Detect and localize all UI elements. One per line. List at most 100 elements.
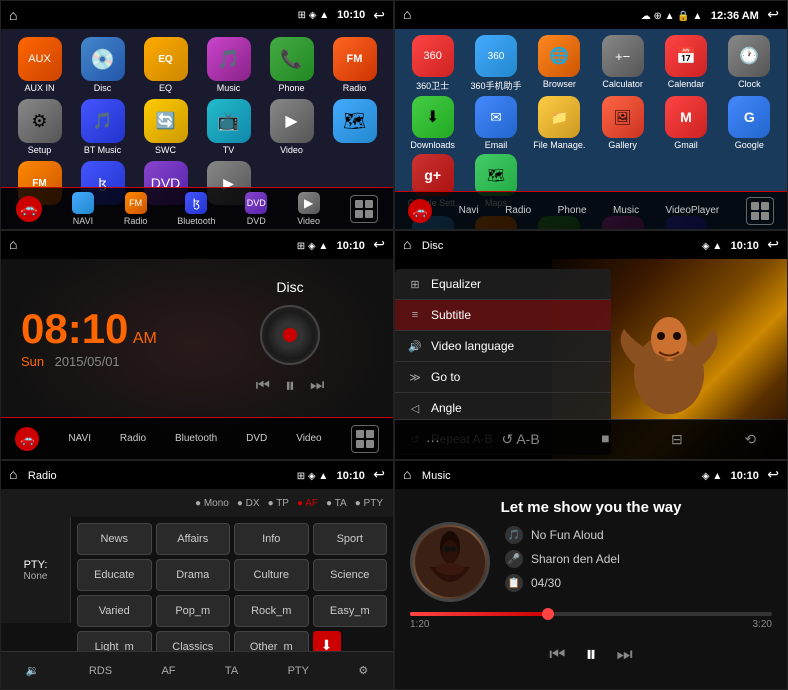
clock-time: 08:10 [21, 305, 128, 352]
radio-settings-icon[interactable]: ⚙ [358, 664, 368, 677]
radio-btn-affairs[interactable]: Affairs [156, 523, 231, 555]
back-icon-p4[interactable]: ↩ [767, 236, 779, 252]
music-play-btn[interactable]: ⏸ [585, 641, 596, 667]
nav-grid-button-p1[interactable] [350, 195, 378, 223]
disc-stop-btn[interactable]: ⏹ [601, 431, 609, 449]
radio-vol-icon[interactable]: 🔉 [26, 664, 40, 677]
back-icon-p3[interactable]: ↩ [373, 236, 385, 252]
radio-btn-rockm[interactable]: Rock_m [234, 595, 309, 627]
radio-btn-news[interactable]: News [77, 523, 152, 555]
disc-list-btn[interactable]: ⊟ [671, 431, 683, 448]
radio-btn-drama[interactable]: Drama [156, 559, 231, 591]
radio-btn-culture[interactable]: Culture [234, 559, 309, 591]
home-icon-p5[interactable]: ⌂ [9, 466, 17, 482]
track-number: 04/30 [531, 576, 561, 590]
app-aux-in[interactable]: AUX AUX IN [11, 37, 68, 93]
home-icon-p2[interactable]: ⌂ [403, 6, 411, 22]
nav-videoplayer-p2[interactable]: VideoPlayer [666, 205, 720, 216]
menu-subtitle[interactable]: ≡ Subtitle [395, 300, 611, 331]
radio-btn-info[interactable]: Info [234, 523, 309, 555]
menu-video-language[interactable]: 🔊 Video language [395, 331, 611, 362]
disc-pause-btn[interactable]: ⏸ [285, 375, 295, 398]
back-icon-p5[interactable]: ↩ [373, 466, 385, 482]
nav-phone-p2[interactable]: Phone [558, 205, 587, 216]
app-360-helper[interactable]: 360 360手机助手 [466, 35, 525, 92]
app-setup[interactable]: ⚙ Setup [11, 99, 68, 155]
disc-menu-btn[interactable]: ··· [426, 432, 440, 448]
app-phone[interactable]: 📞 Phone [263, 37, 320, 93]
radio-rds-btn[interactable]: RDS [89, 665, 112, 677]
nav-navi-p1[interactable]: NAVI [72, 192, 94, 226]
home-icon-p6[interactable]: ⌂ [403, 466, 411, 482]
app-tv[interactable]: 📺 TV [200, 99, 257, 155]
angle-label: Angle [431, 401, 462, 415]
progress-times: 1:20 3:20 [410, 619, 772, 630]
status-icons-p1: ⊞ ◈ ▲ [298, 10, 330, 21]
disc-icon [260, 305, 320, 365]
music-next-btn[interactable]: ⏭ [617, 644, 633, 665]
menu-equalizer[interactable]: ⊞ Equalizer [395, 269, 611, 300]
car-icon-p3[interactable]: 🚗 [15, 427, 39, 451]
nav-video-p3[interactable]: Video [296, 433, 321, 444]
nav-dvd-p3[interactable]: DVD [246, 433, 267, 444]
app-calendar[interactable]: 📅 Calendar [656, 35, 715, 92]
radio-btn-varied[interactable]: Varied [77, 595, 152, 627]
nav-bluetooth-p1[interactable]: ɮBluetooth [177, 192, 215, 226]
home-icon-p3[interactable]: ⌂ [9, 236, 17, 252]
radio-btn-educate[interactable]: Educate [77, 559, 152, 591]
nav-dvd-p1[interactable]: DVDDVD [245, 192, 267, 226]
disc-next-btn[interactable]: ⏭ [310, 377, 324, 395]
app-clock[interactable]: 🕐 Clock [720, 35, 779, 92]
app-browser[interactable]: 🌐 Browser [530, 35, 589, 92]
artist1-row: 🎵 No Fun Aloud [505, 526, 772, 544]
radio-btn-sport[interactable]: Sport [313, 523, 388, 555]
car-home-icon[interactable]: 🚗 [16, 196, 42, 222]
home-icon-p4[interactable]: ⌂ [403, 236, 411, 252]
app-file-manager[interactable]: 📁 File Manage. [530, 96, 589, 150]
app-gallery[interactable]: 🖼 Gallery [593, 96, 652, 150]
radio-btn-popm[interactable]: Pop_m [156, 595, 231, 627]
back-icon-p2[interactable]: ↩ [767, 6, 779, 22]
app-google[interactable]: G Google [720, 96, 779, 150]
progress-track[interactable] [410, 612, 772, 616]
app-video[interactable]: ▶ Video [263, 99, 320, 155]
status-icons-p5: ⊞ ◈ ▲ [297, 471, 329, 482]
nav-music-p2[interactable]: Music [613, 205, 639, 216]
car-icon-p2[interactable]: 🚗 [408, 199, 432, 223]
radio-af-btn[interactable]: AF [161, 665, 175, 677]
app-radio[interactable]: FM Radio [326, 37, 383, 93]
app-calculator[interactable]: +− Calculator [593, 35, 652, 92]
nav-grid-button-p2[interactable] [746, 197, 774, 225]
app-swc[interactable]: 🔄 SWC [137, 99, 194, 155]
app-music[interactable]: 🎵 Music [200, 37, 257, 93]
radio-btn-easym[interactable]: Easy_m [313, 595, 388, 627]
app-email[interactable]: ✉ Email [466, 96, 525, 150]
home-icon[interactable]: ⌂ [9, 7, 17, 23]
nav-bluetooth-p3[interactable]: Bluetooth [175, 433, 217, 444]
menu-goto[interactable]: ≫ Go to [395, 362, 611, 393]
nav-radio-p2[interactable]: Radio [505, 205, 531, 216]
music-prev-btn[interactable]: ⏮ [549, 644, 565, 665]
app-downloads[interactable]: ⬇ Downloads [403, 96, 462, 150]
nav-radio-p1[interactable]: FMRadio [124, 192, 148, 226]
disc-loop-btn[interactable]: ⟲ [744, 431, 756, 448]
app-gmail[interactable]: M Gmail [656, 96, 715, 150]
back-icon-p6[interactable]: ↩ [767, 466, 779, 482]
nav-navi-p3[interactable]: NAVI [68, 433, 91, 444]
disc-prev-btn[interactable]: ⏮ [256, 377, 270, 395]
nav-video-p1[interactable]: ▶Video [297, 192, 320, 226]
app-360[interactable]: 360 360卫士 [403, 35, 462, 92]
app-disc[interactable]: 💿 Disc [74, 37, 131, 93]
radio-btn-science[interactable]: Science [313, 559, 388, 591]
nav-radio-p3[interactable]: Radio [120, 433, 146, 444]
app-bt-music[interactable]: 🎵 BT Music [74, 99, 131, 155]
app-eq[interactable]: EQ EQ [137, 37, 194, 93]
back-icon-p1[interactable]: ↩ [373, 7, 385, 24]
radio-pty-btn[interactable]: PTY [288, 665, 309, 677]
nav-grid-button-p3[interactable] [351, 425, 379, 453]
app-navi[interactable]: 🗺 [326, 99, 383, 155]
nav-navi-p2[interactable]: Navi [459, 205, 479, 216]
progress-handle[interactable] [542, 608, 554, 620]
disc-repeat-btn[interactable]: ↺ A-B [501, 431, 539, 448]
radio-ta-btn[interactable]: TA [225, 665, 238, 677]
